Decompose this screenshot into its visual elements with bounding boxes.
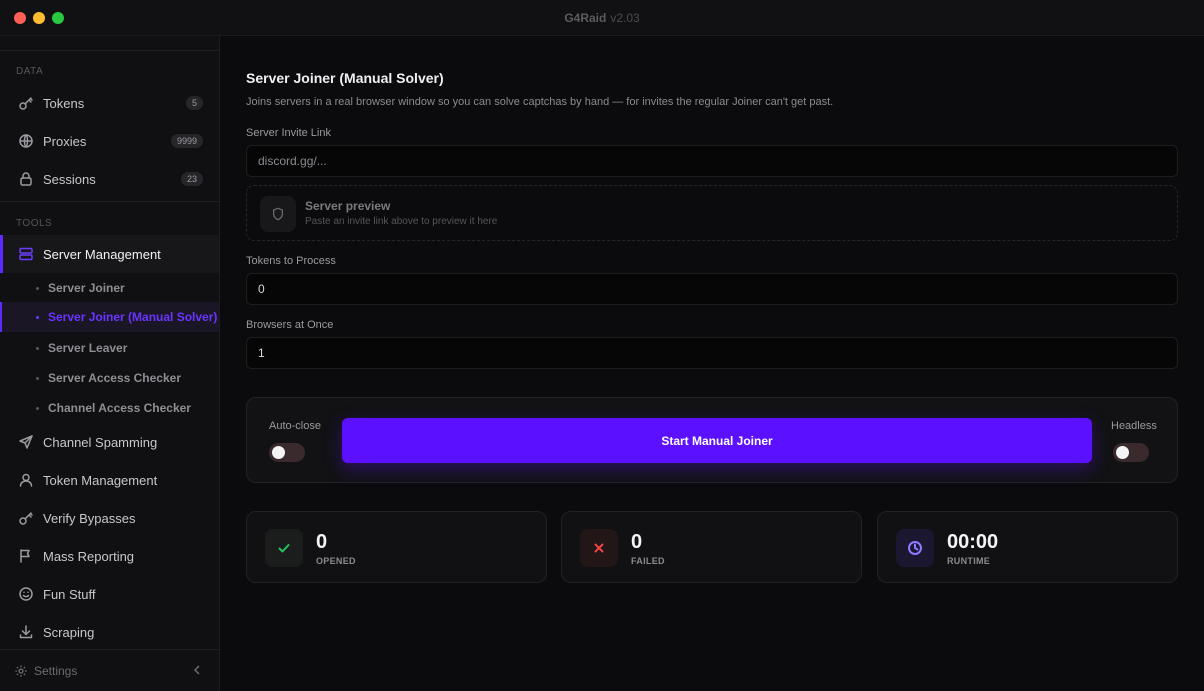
clock-icon — [896, 529, 934, 567]
stat-value: 0 — [316, 531, 328, 553]
headless-label: Headless — [1111, 420, 1157, 432]
sidebar: DATA Tokens 5 Proxies 9999 Sessions 23 T… — [0, 36, 220, 691]
auto-close-label: Auto-close — [269, 420, 321, 432]
invite-link-input[interactable]: discord.gg/... — [246, 145, 1178, 177]
sidebar-divider — [0, 50, 219, 51]
check-icon — [265, 529, 303, 567]
sidebar-item-tokens[interactable]: Tokens 5 — [0, 84, 219, 122]
title-bar: G4Raid v2.03 — [0, 0, 1204, 36]
flag-icon — [18, 548, 34, 564]
bullet-dot — [36, 376, 39, 380]
sidebar-item-label: Fun Stuff — [43, 586, 96, 602]
toggle-knob — [272, 446, 285, 459]
section-label-tools: TOOLS — [16, 218, 53, 229]
sidebar-item-label: Token Management — [43, 472, 158, 488]
sidebar-item-verify-bypasses[interactable]: Verify Bypasses — [0, 499, 219, 537]
sidebar-item-server-management[interactable]: Server Management — [0, 235, 219, 273]
section-label-data: DATA — [16, 66, 44, 77]
stat-card-opened: 0 OPENED — [246, 511, 547, 583]
action-panel: Auto-close Start Manual Joiner Headless — [246, 397, 1178, 483]
sidebar-footer: Settings — [0, 649, 219, 691]
stat-card-runtime: 00:00 RUNTIME — [877, 511, 1178, 583]
subitem-label: Channel Access Checker — [48, 401, 191, 415]
download-icon — [18, 624, 34, 640]
sidebar-item-label: Server Management — [43, 246, 161, 262]
bullet-dot — [36, 346, 39, 350]
subitem-label: Server Access Checker — [48, 371, 181, 385]
browsers-at-once-label: Browsers at Once — [246, 319, 334, 331]
shield-icon — [260, 196, 296, 232]
stat-label: FAILED — [631, 556, 665, 566]
sidebar-subitem-server-leaver[interactable]: Server Leaver — [0, 333, 219, 363]
lock-icon — [18, 171, 34, 187]
sidebar-item-label: Proxies — [43, 133, 87, 149]
stat-value: 0 — [631, 531, 643, 553]
sidebar-item-sessions[interactable]: Sessions 23 — [0, 160, 219, 198]
stat-value: 00:00 — [947, 531, 999, 553]
sidebar-item-label: Channel Spamming — [43, 434, 158, 450]
sidebar-item-mass-reporting[interactable]: Mass Reporting — [0, 537, 219, 575]
bullet-dot — [36, 315, 39, 319]
sidebar-item-label: Mass Reporting — [43, 548, 135, 564]
sidebar-item-label: Tokens — [43, 95, 85, 111]
sidebar-item-proxies[interactable]: Proxies 9999 — [0, 122, 219, 160]
bullet-dot — [36, 406, 39, 410]
sidebar-item-label: Sessions — [43, 171, 96, 187]
tokens-to-process-label: Tokens to Process — [246, 255, 336, 267]
stat-label: OPENED — [316, 556, 356, 566]
sidebar-item-label: Verify Bypasses — [43, 510, 136, 526]
user-icon — [18, 472, 34, 488]
invite-link-label: Server Invite Link — [246, 127, 331, 139]
page-title: Server Joiner (Manual Solver) — [246, 70, 444, 86]
preview-title: Server preview — [305, 199, 391, 213]
start-manual-joiner-button[interactable]: Start Manual Joiner — [342, 418, 1092, 463]
toggle-knob — [1116, 446, 1129, 459]
headless-toggle[interactable] — [1113, 443, 1149, 462]
count-badge: 23 — [180, 172, 203, 186]
server-preview: Server preview Paste an invite link abov… — [246, 185, 1178, 241]
sidebar-item-scraping[interactable]: Scraping — [0, 613, 219, 651]
app-name: G4Raid — [564, 11, 607, 25]
tokens-to-process-input[interactable]: 0 — [246, 273, 1178, 305]
sidebar-divider — [0, 201, 219, 202]
preview-subtitle: Paste an invite link above to preview it… — [305, 216, 498, 227]
sidebar-subitem-channel-access-checker[interactable]: Channel Access Checker — [0, 393, 219, 423]
subitem-label: Server Joiner (Manual Solver) — [48, 310, 218, 324]
subitem-label: Server Leaver — [48, 341, 128, 355]
page-description: Joins servers in a real browser window s… — [246, 96, 834, 108]
bullet-dot — [36, 286, 39, 290]
sidebar-item-label: Scraping — [43, 624, 95, 640]
key-icon — [18, 510, 34, 526]
count-badge: 9999 — [170, 134, 203, 148]
browsers-at-once-input[interactable]: 1 — [246, 337, 1178, 369]
send-icon — [18, 434, 34, 450]
sidebar-item-fun-stuff[interactable]: Fun Stuff — [0, 575, 219, 613]
sidebar-item-channel-spamming[interactable]: Channel Spamming — [0, 423, 219, 461]
smile-icon — [18, 586, 34, 602]
sidebar-subitem-server-joiner[interactable]: Server Joiner — [0, 273, 219, 303]
server-icon — [18, 246, 34, 262]
auto-close-toggle[interactable] — [269, 443, 305, 462]
app-version: v2.03 — [610, 11, 640, 25]
x-icon — [580, 529, 618, 567]
sidebar-item-token-management[interactable]: Token Management — [0, 461, 219, 499]
sidebar-subitem-server-joiner-manual[interactable]: Server Joiner (Manual Solver) — [0, 302, 219, 332]
stat-card-failed: 0 FAILED — [561, 511, 862, 583]
collapse-sidebar-icon[interactable] — [191, 664, 203, 679]
count-badge: 5 — [185, 96, 203, 110]
app-title: G4Raid v2.03 — [0, 11, 1204, 25]
settings-link[interactable]: Settings — [34, 664, 77, 678]
key-icon — [18, 95, 34, 111]
sidebar-subitem-server-access-checker[interactable]: Server Access Checker — [0, 363, 219, 393]
subitem-label: Server Joiner — [48, 281, 125, 295]
gear-icon — [14, 664, 34, 678]
globe-icon — [18, 133, 34, 149]
stat-label: RUNTIME — [947, 556, 991, 566]
